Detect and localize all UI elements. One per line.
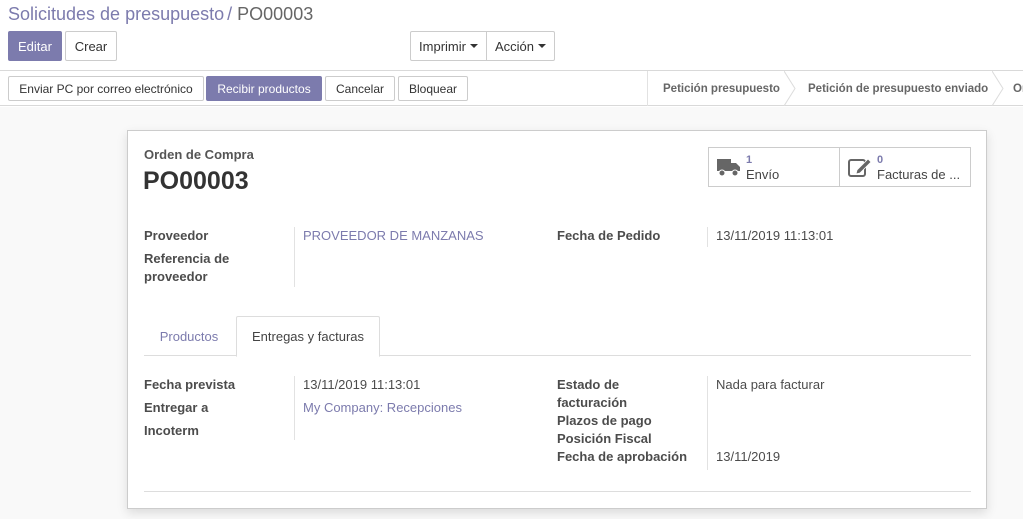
lock-button[interactable]: Bloquear <box>398 76 468 101</box>
stage-chevron-icon <box>784 71 796 106</box>
supplier-field[interactable]: PROVEEDOR DE MANZANAS <box>303 227 484 245</box>
tab-deliveries-invoices[interactable]: Entregas y facturas <box>236 316 380 357</box>
billing-status-field: Nada para facturar <box>716 377 825 392</box>
supplier-ref-label-line2: proveedor <box>144 269 208 284</box>
approval-date-label: Fecha de aprobación <box>557 449 688 464</box>
stage-rfq-sent[interactable]: Petición de presupuesto enviado <box>808 71 988 106</box>
fiscal-position-field[interactable] <box>716 430 966 448</box>
supplier-ref-field[interactable] <box>303 250 533 286</box>
field-divider <box>294 376 295 440</box>
stage-chevron-icon <box>992 71 1004 106</box>
edit-icon <box>848 158 872 177</box>
stage-purchase-order[interactable]: Or <box>1013 71 1023 106</box>
document-type-label: Orden de Compra <box>144 147 254 162</box>
action-dropdown[interactable]: Acción <box>486 31 555 61</box>
edit-button[interactable]: Editar <box>8 31 62 61</box>
supplier-ref-label-line1: Referencia de <box>144 251 230 266</box>
payment-terms-label: Plazos de pago <box>557 413 652 428</box>
breadcrumb-current: PO00003 <box>237 4 314 24</box>
shipment-smart-button[interactable]: 1 Envío <box>708 147 840 187</box>
shipment-count: 1 <box>746 154 753 166</box>
scheduled-date-field[interactable]: 13/11/2019 11:13:01 <box>303 376 420 394</box>
send-po-email-button[interactable]: Enviar PC por correo electrónico <box>8 76 204 101</box>
print-dropdown[interactable]: Imprimir <box>410 31 487 61</box>
approval-date-field: 13/11/2019 <box>716 449 781 464</box>
order-date-field[interactable]: 13/11/2019 11:13:01 <box>716 227 833 245</box>
truck-icon <box>717 159 740 177</box>
breadcrumb-parent-link[interactable]: Solicitudes de presupuesto <box>8 4 224 24</box>
control-panel: Solicitudes de presupuesto / PO00003 Edita… <box>0 0 1023 71</box>
section-separator <box>144 491 971 492</box>
caret-down-icon <box>469 44 478 48</box>
order-date-label: Fecha de Pedido <box>557 228 661 243</box>
field-divider <box>294 227 295 287</box>
breadcrumb-separator: / <box>227 4 233 24</box>
action-label: Acción <box>494 38 535 54</box>
scheduled-date-label: Fecha prevista <box>144 377 236 392</box>
stage-rfq[interactable]: Petición presupuesto <box>663 71 780 106</box>
cancel-button[interactable]: Cancelar <box>325 76 395 101</box>
shipment-label: Envío <box>746 167 780 182</box>
receive-products-button[interactable]: Recibir productos <box>206 76 322 101</box>
deliver-to-field[interactable]: My Company: Recepciones <box>303 399 462 417</box>
fiscal-position-label: Posición Fiscal <box>557 431 652 446</box>
tab-products[interactable]: Productos <box>144 316 234 356</box>
invoices-label: Facturas de ... <box>877 167 961 182</box>
print-label: Imprimir <box>419 38 466 54</box>
page-title: PO00003 <box>143 167 249 195</box>
invoices-count: 0 <box>877 154 884 166</box>
billing-status-label-line1: Estado de <box>557 377 620 392</box>
supplier-label: Proveedor <box>144 228 209 243</box>
payment-terms-field[interactable] <box>716 412 966 430</box>
field-divider <box>707 227 708 247</box>
status-stages: Petición presupuesto Petición de presupu… <box>647 71 1023 106</box>
caret-down-icon <box>538 44 547 48</box>
breadcrumb: Solicitudes de presupuesto / PO00003 <box>8 3 313 25</box>
incoterm-label: Incoterm <box>144 423 199 438</box>
invoices-smart-button[interactable]: 0 Facturas de ... <box>839 147 971 187</box>
create-button[interactable]: Crear <box>65 31 117 61</box>
billing-status-label-line2: facturación <box>557 395 628 410</box>
deliver-to-label: Entregar a <box>144 400 209 415</box>
incoterm-field[interactable] <box>303 422 533 440</box>
field-divider <box>707 376 708 470</box>
statusbar: Enviar PC por correo electrónico Recibir… <box>0 71 1023 106</box>
